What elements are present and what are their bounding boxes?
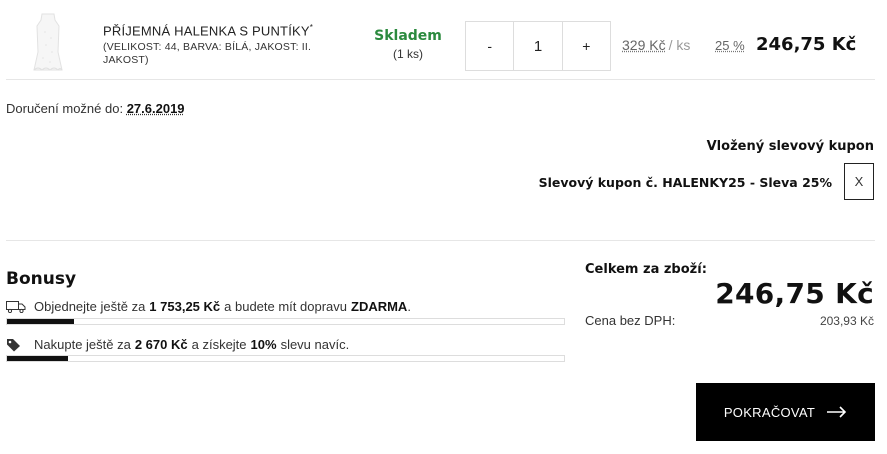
price-no-vat-label: Cena bez DPH: (585, 313, 676, 328)
bonus-amount: 2 670 Kč (134, 337, 188, 352)
product-price: 246,75 Kč (756, 34, 857, 55)
bonus-amount: 1 753,25 Kč (149, 299, 221, 314)
continue-button[interactable]: POKRAČOVAT (696, 383, 875, 441)
delivery-date: 27.6.2019 (126, 101, 185, 116)
stock-count: (1 ks) (393, 47, 423, 61)
bonus-reward: ZDARMA (351, 299, 408, 314)
divider (6, 240, 875, 241)
product-name-mark: * (309, 23, 314, 32)
discount-progress (6, 355, 565, 362)
divider (6, 79, 875, 80)
bonus-discount: Nakupte ještě za 2 670 Kč a získejte 10%… (6, 337, 349, 352)
old-price: 329 Kč / ks (622, 37, 691, 53)
quantity-input[interactable]: 1 (513, 22, 563, 70)
stock-status: Skladem (374, 28, 442, 44)
price-unit: / ks (668, 37, 691, 53)
truck-icon (6, 300, 26, 314)
progress-fill (7, 319, 74, 324)
discount-percent: 25 % (715, 38, 745, 53)
quantity-increment-button[interactable]: + (563, 22, 610, 70)
product-thumbnail[interactable] (28, 12, 68, 74)
remove-coupon-button[interactable]: X (844, 163, 874, 200)
coupon-description: Slevový kupon č. HALENKY25 - Sleva 25% (538, 175, 832, 190)
product-description: (VELIKOST: 44, BARVA: BÍLÁ, JAKOST: II. … (103, 41, 312, 66)
continue-label: POKRAČOVAT (723, 404, 816, 420)
arrow-right-icon (827, 406, 847, 418)
free-shipping-progress (6, 318, 565, 325)
quantity-stepper: - 1 + (465, 21, 611, 71)
delivery-label: Doručení možné do: (6, 101, 124, 116)
blouse-image (33, 13, 63, 71)
tag-icon (6, 338, 26, 352)
bonus-title: Bonusy (6, 269, 77, 289)
bonus-reward: 10% (250, 337, 277, 352)
delivery-info: Doručení možné do: 27.6.2019 (6, 101, 185, 116)
bonus-free-shipping: Objednejte ještě za 1 753,25 Kč a budete… (6, 299, 411, 314)
price-no-vat: 203,93 Kč (819, 314, 874, 328)
total-price: 246,75 Kč (715, 277, 874, 310)
quantity-decrement-button[interactable]: - (466, 22, 513, 70)
total-label: Celkem za zboží: (585, 262, 707, 277)
product-name[interactable]: PŘÍJEMNÁ HALENKA S PUNTÍKY* (103, 23, 313, 38)
progress-fill (7, 356, 69, 361)
coupon-title: Vložený slevový kupon (706, 139, 874, 154)
